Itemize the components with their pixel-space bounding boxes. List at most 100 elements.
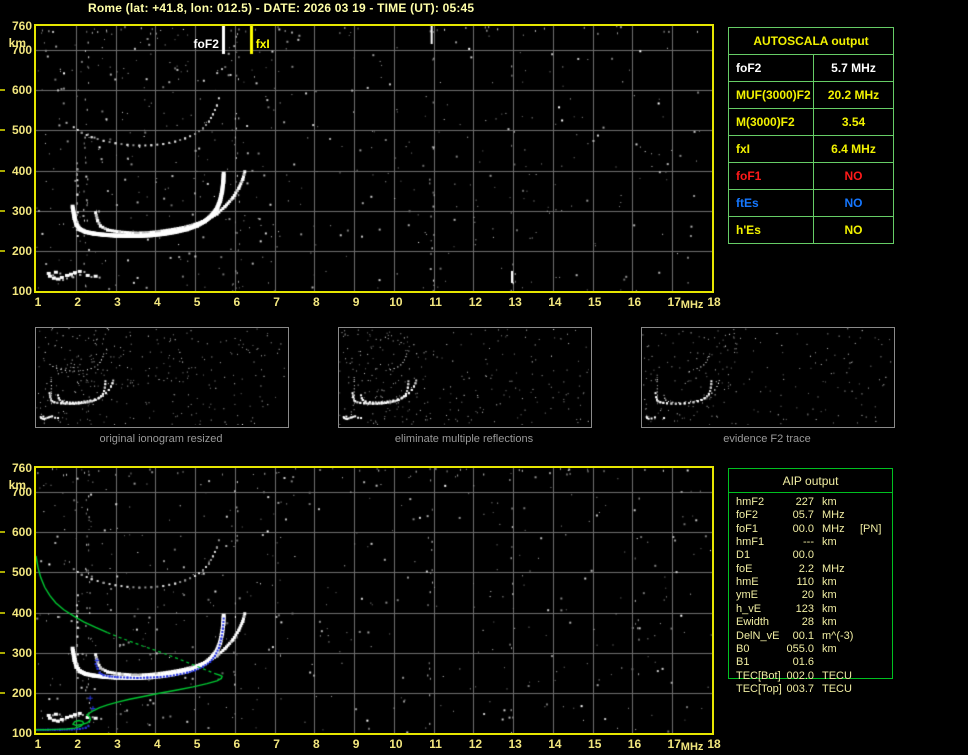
x-tick-label: 5	[193, 737, 201, 751]
y-axis-edge-tick	[0, 611, 5, 614]
marker-label-foF2: foF2	[193, 37, 219, 51]
aip-label: B1	[736, 656, 750, 669]
x-tick-label: 15	[588, 737, 602, 751]
y-tick-label: 400	[11, 163, 32, 178]
x-tick-label: 13	[508, 737, 522, 751]
y-tick-label: 500	[11, 565, 32, 580]
x-tick-label: 7	[273, 295, 280, 309]
aip-value: 00.1	[792, 629, 814, 642]
aip-value: 01.6	[792, 656, 814, 669]
y-axis-edge-tick	[0, 89, 5, 92]
aip-row: D1 00.0	[728, 549, 904, 562]
ionogram-plot-bottom-border	[34, 466, 714, 735]
x-tick-label: 13	[508, 295, 522, 309]
y-tick-label: 400	[11, 605, 32, 620]
thumbnail-panel-original	[35, 327, 289, 428]
x-tick-label: 14	[548, 295, 562, 309]
aip-value: 28	[801, 616, 814, 629]
aip-value: 003.7	[786, 682, 814, 695]
aip-row: foF2 05.7 MHz	[728, 509, 904, 522]
page-title: Rome (lat: +41.8, lon: 012.5) - DATE: 20…	[88, 1, 475, 15]
aip-row: h_vE 123 km	[728, 603, 904, 616]
y-axis-edge-tick	[0, 169, 5, 172]
y-axis-edge-tick	[0, 531, 5, 534]
y-tick-label: 300	[11, 645, 32, 660]
autoscala-value: NO	[813, 163, 893, 189]
aip-unit: km	[822, 616, 837, 629]
aip-unit: km	[822, 602, 837, 615]
x-tick-label: 6	[233, 295, 241, 309]
aip-unit: TECU	[822, 682, 852, 695]
x-tick-label: 11	[429, 295, 442, 309]
thumbnail-canvas-evidence	[642, 328, 892, 425]
aip-label: D1	[736, 549, 751, 562]
autoscala-value: NO	[813, 217, 893, 243]
aip-label: B0	[736, 642, 750, 655]
aip-header: AIP output	[782, 474, 839, 488]
autoscala-value: 3.54	[813, 109, 893, 135]
x-tick-label: 10	[389, 295, 403, 309]
aip-value: 20	[801, 589, 814, 602]
aip-row: TEC[Bot] 002.0 TECU	[728, 670, 904, 683]
y-axis-unit-label: km	[8, 478, 26, 492]
y-tick-label: 600	[11, 525, 32, 540]
x-tick-label: 11	[429, 737, 442, 751]
autoscala-label: fxI	[736, 142, 751, 156]
aip-unit: MHz	[822, 509, 845, 522]
aip-unit: km	[822, 589, 837, 602]
marker-label-fxI: fxI	[255, 37, 270, 51]
aip-row: Ewidth 28 km	[728, 616, 904, 629]
aip-label: ymE	[736, 589, 758, 602]
aip-row: foF1 00.0 MHz [PN]	[728, 523, 904, 536]
x-tick-label: 12	[468, 737, 483, 751]
x-tick-label: 4	[153, 737, 161, 751]
y-axis-edge-tick	[0, 249, 5, 252]
autoscala-value: 5.7 MHz	[813, 55, 893, 81]
autoscala-label: foF2	[736, 61, 762, 75]
autoscala-value: NO	[813, 190, 893, 216]
aip-value: 2.2	[798, 562, 814, 575]
aip-unit: km	[822, 536, 837, 549]
aip-value: 002.0	[786, 669, 814, 682]
aip-row: B0 055.0 km	[728, 643, 904, 656]
thumbnail-panel-evidence	[641, 327, 895, 428]
aip-row: DelN_vE 00.1 m^(-3)	[728, 630, 904, 643]
aip-row: ymE 20 km	[728, 589, 904, 602]
y-axis-unit-label: km	[8, 36, 26, 50]
x-tick-label: 9	[352, 737, 360, 751]
aip-value: ---	[803, 536, 814, 549]
y-axis-edge-tick	[0, 691, 5, 694]
autoscala-header: AUTOSCALA output	[729, 28, 893, 55]
aip-value: 123	[795, 602, 814, 615]
thumbnail-panel-eliminate	[338, 327, 592, 428]
x-tick-label: 16	[627, 295, 642, 309]
autoscala-label: M(3000)F2	[736, 115, 795, 129]
aip-value: 055.0	[786, 642, 814, 655]
aip-unit: MHz	[822, 562, 845, 575]
y-axis-edge-tick	[0, 209, 5, 212]
x-tick-label: 9	[352, 295, 360, 309]
aip-value: 05.7	[792, 509, 814, 522]
y-tick-label: 500	[11, 123, 32, 138]
x-tick-label: 16	[627, 737, 642, 751]
aip-row: hmF1 --- km	[728, 536, 904, 549]
ionogram-canvas-bottom	[36, 468, 712, 733]
autoscala-row: h'Es NO	[729, 217, 893, 243]
autoscala-row: ftEs NO	[729, 190, 893, 217]
aip-unit: MHz	[822, 522, 845, 535]
autoscala-window: Rome (lat: +41.8, lon: 012.5) - DATE: 20…	[0, 0, 968, 755]
autoscala-value: 20.2 MHz	[813, 82, 893, 108]
aip-row: TEC[Top] 003.7 TECU	[728, 683, 904, 696]
autoscala-row: fxI 6.4 MHz	[729, 136, 893, 163]
aip-row: hmE 110 km	[728, 576, 904, 589]
autoscala-label: h'Es	[736, 223, 761, 237]
x-tick-label: 7	[273, 737, 280, 751]
aip-label: foF2	[736, 509, 759, 522]
aip-value: 00.0	[792, 549, 814, 562]
aip-row: foE 2.2 MHz	[728, 563, 904, 576]
y-tick-label: 300	[11, 203, 32, 218]
x-tick-label: 2	[74, 295, 82, 309]
thumbnail-canvas-eliminate	[339, 328, 589, 425]
aip-unit: km	[822, 576, 837, 589]
x-axis-unit-label: MHz	[680, 741, 704, 753]
